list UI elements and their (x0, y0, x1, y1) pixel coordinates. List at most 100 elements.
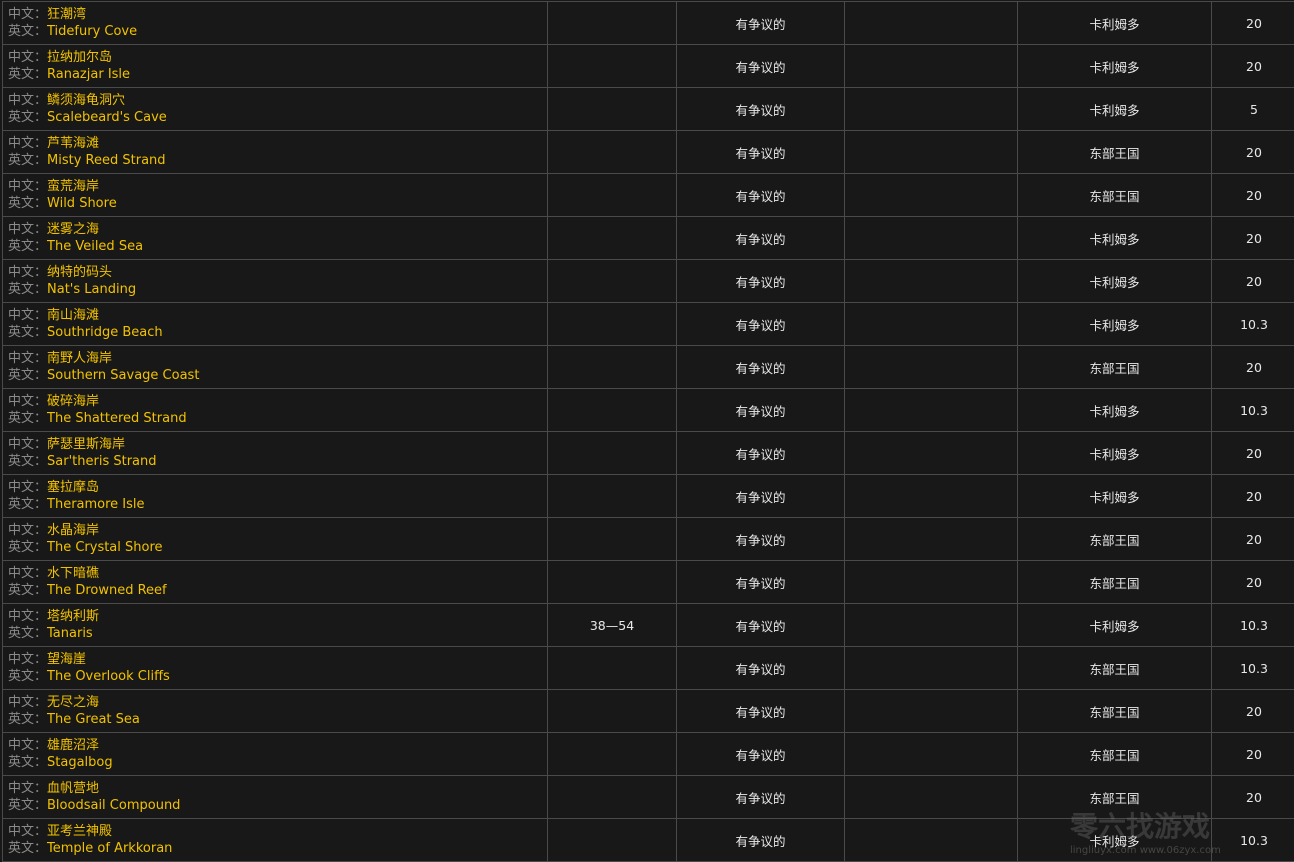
zone-cn-name: 南野人海岸 (47, 351, 113, 366)
continent-cell: 卡利姆多 (1017, 302, 1212, 346)
status-cell: 有争议的 (676, 1, 845, 45)
empty-cell (844, 689, 1018, 733)
empty-cell (844, 259, 1018, 303)
status-cell: 有争议的 (676, 388, 845, 432)
zone-en-name: Temple of Arkkoran (47, 841, 173, 856)
value-cell: 20 (1211, 259, 1294, 303)
level-cell (547, 44, 677, 88)
zone-cn-name: 纳特的码头 (47, 265, 113, 280)
value-cell: 5 (1211, 87, 1294, 131)
cn-label: 中文： (8, 136, 48, 151)
en-label: 英文： (8, 24, 48, 39)
zone-en-name: The Shattered Strand (47, 411, 187, 426)
continent-cell: 卡利姆多 (1017, 474, 1212, 518)
zone-cn-name: 塞拉摩岛 (47, 480, 100, 495)
status-cell: 有争议的 (676, 689, 845, 733)
table-row: 中文：芦苇海滩 英文：Misty Reed Strand 有争议的 东部王国 20 (2, 130, 1294, 174)
value-cell: 20 (1211, 560, 1294, 604)
en-label: 英文： (8, 497, 48, 512)
continent-cell: 卡利姆多 (1017, 431, 1212, 475)
zone-name-cell: 中文：拉纳加尔岛 英文：Ranazjar Isle (2, 44, 548, 88)
cn-label: 中文： (8, 308, 48, 323)
table-row: 中文：水下暗礁 英文：The Drowned Reef 有争议的 东部王国 20 (2, 560, 1294, 604)
status-cell: 有争议的 (676, 818, 845, 862)
value-cell: 10.3 (1211, 646, 1294, 690)
empty-cell (844, 431, 1018, 475)
empty-cell (844, 216, 1018, 260)
value-cell: 20 (1211, 732, 1294, 776)
zone-name-cell: 中文：水晶海岸 英文：The Crystal Shore (2, 517, 548, 561)
table-row: 中文：蛮荒海岸 英文：Wild Shore 有争议的 东部王国 20 (2, 173, 1294, 217)
status-cell: 有争议的 (676, 173, 845, 217)
level-cell (547, 87, 677, 131)
value-cell: 20 (1211, 517, 1294, 561)
en-label: 英文： (8, 282, 48, 297)
zone-cn-name: 破碎海岸 (47, 394, 100, 409)
zone-name-cell: 中文：血帆营地 英文：Bloodsail Compound (2, 775, 548, 819)
empty-cell (844, 603, 1018, 647)
cn-label: 中文： (8, 738, 48, 753)
zone-name-cell: 中文：纳特的码头 英文：Nat's Landing (2, 259, 548, 303)
value-cell: 20 (1211, 431, 1294, 475)
empty-cell (844, 302, 1018, 346)
table-row: 中文：南山海滩 英文：Southridge Beach 有争议的 卡利姆多 10.… (2, 302, 1294, 346)
zone-en-name: Tanaris (47, 626, 93, 641)
cn-label: 中文： (8, 179, 48, 194)
zone-cn-name: 水晶海岸 (47, 523, 100, 538)
en-label: 英文： (8, 669, 48, 684)
level-cell (547, 388, 677, 432)
continent-cell: 东部王国 (1017, 732, 1212, 776)
zone-name-cell: 中文：无尽之海 英文：The Great Sea (2, 689, 548, 733)
status-cell: 有争议的 (676, 775, 845, 819)
zone-en-name: Bloodsail Compound (47, 798, 181, 813)
value-cell: 20 (1211, 173, 1294, 217)
level-cell (547, 818, 677, 862)
zone-en-name: Scalebeard's Cave (47, 110, 167, 125)
zone-en-name: Southern Savage Coast (47, 368, 200, 383)
status-cell: 有争议的 (676, 560, 845, 604)
en-label: 英文： (8, 583, 48, 598)
level-cell (547, 431, 677, 475)
level-cell (547, 302, 677, 346)
value-cell: 10.3 (1211, 388, 1294, 432)
en-label: 英文： (8, 239, 48, 254)
zone-table: 中文：狂潮湾 英文：Tidefury Cove 有争议的 卡利姆多 20 中文：拉纳… (2, 1, 1294, 862)
value-cell: 20 (1211, 216, 1294, 260)
continent-cell: 卡利姆多 (1017, 388, 1212, 432)
continent-cell: 卡利姆多 (1017, 603, 1212, 647)
empty-cell (844, 818, 1018, 862)
cn-label: 中文： (8, 824, 48, 839)
continent-cell: 卡利姆多 (1017, 87, 1212, 131)
en-label: 英文： (8, 153, 48, 168)
zone-cn-name: 望海崖 (47, 652, 87, 667)
level-cell (547, 130, 677, 174)
table-row: 中文：鳞须海龟洞穴 英文：Scalebeard's Cave 有争议的 卡利姆多 … (2, 87, 1294, 131)
zone-name-cell: 中文：望海崖 英文：The Overlook Cliffs (2, 646, 548, 690)
value-cell: 20 (1211, 689, 1294, 733)
level-cell (547, 732, 677, 776)
value-cell: 20 (1211, 345, 1294, 389)
zone-en-name: The Great Sea (47, 712, 140, 727)
table-row: 中文：血帆营地 英文：Bloodsail Compound 有争议的 东部王国 2… (2, 775, 1294, 819)
level-cell (547, 216, 677, 260)
zone-en-name: The Crystal Shore (47, 540, 163, 555)
table-row: 中文：萨瑟里斯海岸 英文：Sar'theris Strand 有争议的 卡利姆多 … (2, 431, 1294, 475)
continent-cell: 东部王国 (1017, 775, 1212, 819)
continent-cell: 卡利姆多 (1017, 216, 1212, 260)
zone-en-name: Tidefury Cove (47, 24, 138, 39)
zone-cn-name: 水下暗礁 (47, 566, 100, 581)
zone-en-name: The Drowned Reef (47, 583, 167, 598)
zone-name-cell: 中文：蛮荒海岸 英文：Wild Shore (2, 173, 548, 217)
value-cell: 20 (1211, 775, 1294, 819)
level-cell (547, 560, 677, 604)
value-cell: 10.3 (1211, 603, 1294, 647)
value-cell: 20 (1211, 44, 1294, 88)
continent-cell: 东部王国 (1017, 517, 1212, 561)
zone-cn-name: 亚考兰神殿 (47, 824, 113, 839)
zone-en-name: Theramore Isle (47, 497, 145, 512)
status-cell: 有争议的 (676, 646, 845, 690)
status-cell: 有争议的 (676, 732, 845, 776)
empty-cell (844, 173, 1018, 217)
zone-name-cell: 中文：塔纳利斯 英文：Tanaris (2, 603, 548, 647)
table-row: 中文：纳特的码头 英文：Nat's Landing 有争议的 卡利姆多 20 (2, 259, 1294, 303)
